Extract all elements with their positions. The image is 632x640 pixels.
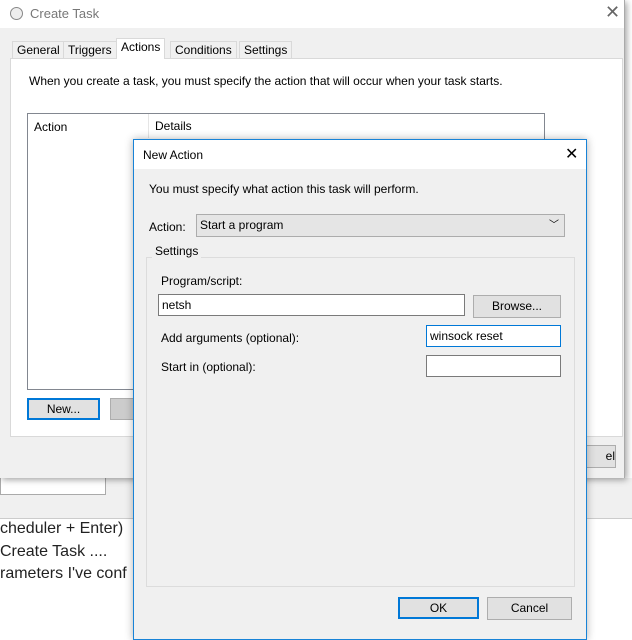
action-select[interactable]: Start a program ﹀ [196, 214, 565, 237]
dialog-title-bar: New Action ✕ [134, 140, 586, 169]
new-action-dialog: New Action ✕ You must specify what actio… [133, 139, 587, 640]
dialog-description: You must specify what action this task w… [149, 182, 419, 196]
tab-general[interactable]: General [12, 41, 65, 59]
bg-line: Create Task .... [0, 542, 108, 560]
background-box [0, 478, 106, 495]
chevron-down-icon: ﹀ [549, 220, 559, 231]
tab-settings[interactable]: Settings [239, 41, 293, 59]
start-in-label: Start in (optional): [161, 360, 256, 374]
background-text: cheduler + Enter) Create Task .... ramet… [0, 518, 127, 586]
close-icon[interactable]: ✕ [605, 2, 620, 23]
start-in-input[interactable] [426, 355, 561, 377]
arguments-label: Add arguments (optional): [161, 331, 300, 345]
cancel-button[interactable]: Cancel [487, 597, 572, 620]
close-icon[interactable]: ✕ [565, 144, 578, 164]
program-label: Program/script: [161, 274, 243, 288]
action-select-value: Start a program [200, 218, 284, 232]
window-title: Create Task [30, 6, 100, 21]
title-bar: Create Task ✕ [0, 0, 624, 28]
column-details-label: Details [155, 119, 192, 133]
tab-triggers[interactable]: Triggers [63, 41, 117, 59]
arguments-input[interactable]: winsock reset [426, 325, 561, 347]
dialog-title: New Action [143, 148, 204, 162]
column-details[interactable]: Details [148, 114, 192, 138]
column-action[interactable]: Action [34, 120, 67, 134]
bg-line: cheduler + Enter) [0, 520, 124, 537]
clock-icon [10, 7, 23, 20]
panel-description: When you create a task, you must specify… [29, 74, 503, 88]
bg-line: rameters I've conf [0, 565, 127, 582]
action-label: Action: [149, 220, 186, 234]
browse-button[interactable]: Browse... [473, 295, 561, 318]
settings-group-label: Settings [152, 244, 202, 258]
program-input[interactable]: netsh [158, 294, 465, 316]
tab-actions[interactable]: Actions [116, 38, 166, 59]
ok-button[interactable]: OK [398, 597, 479, 619]
tab-conditions[interactable]: Conditions [170, 41, 237, 59]
new-button[interactable]: New... [27, 398, 100, 420]
